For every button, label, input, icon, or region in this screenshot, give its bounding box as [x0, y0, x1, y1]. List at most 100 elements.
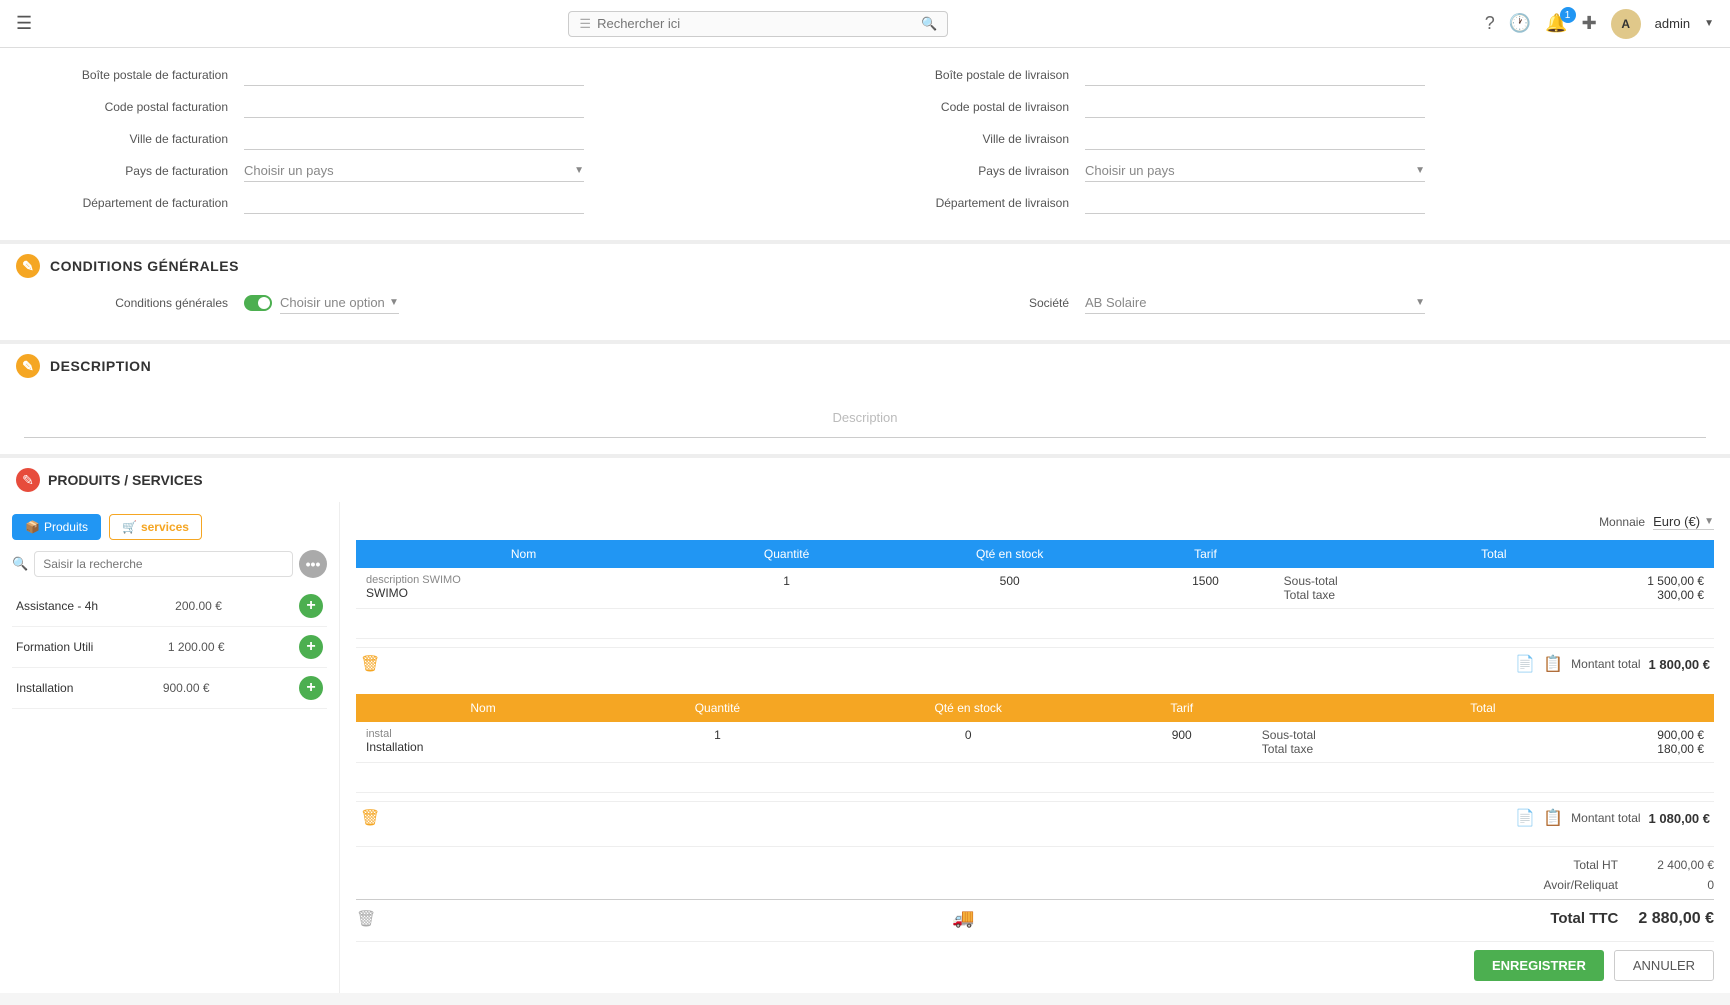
- orange-expand-icon[interactable]: 📄: [1515, 808, 1535, 828]
- list-item[interactable]: Formation Utili 1 200.00 € +: [12, 627, 327, 668]
- help-icon[interactable]: ?: [1485, 13, 1495, 34]
- cell-total: Sous-total 1 500,00 € Total taxe 300,00 …: [1274, 568, 1714, 609]
- sous-total-label: Sous-total: [1284, 574, 1338, 588]
- service-name: Formation Utili: [16, 640, 93, 654]
- orange-copy-icon[interactable]: 📋: [1543, 808, 1563, 828]
- orange-delete-btn[interactable]: 🗑: [360, 808, 380, 828]
- departement-facturation-label: Département de facturation: [24, 196, 244, 210]
- products-title: Produits / Services: [48, 472, 203, 488]
- avoir-reliquat-label: Avoir/Reliquat: [1498, 878, 1618, 892]
- conditions-right-col: Société AB Solaire ▼: [865, 292, 1706, 324]
- right-panel: Monnaie Euro (€) ▼ Nom Quantité Qté en s…: [340, 502, 1730, 993]
- departement-livraison-input[interactable]: [1085, 192, 1425, 214]
- enregistrer-button[interactable]: ENREGISTRER: [1474, 950, 1604, 981]
- tab-produits-icon: 📦: [25, 520, 40, 534]
- ville-livraison-input[interactable]: [1085, 128, 1425, 150]
- boite-postale-livraison-label: Boîte postale de livraison: [865, 68, 1085, 82]
- truck-icon[interactable]: 🚚: [952, 908, 974, 929]
- list-item[interactable]: Assistance - 4h 200.00 € +: [12, 586, 327, 627]
- tab-produits[interactable]: 📦 Produits: [12, 514, 101, 540]
- cell-qte-stock: 500: [882, 568, 1137, 609]
- boite-postale-facturation-input[interactable]: [244, 64, 584, 86]
- product-name-o: Installation: [366, 740, 600, 754]
- product-description-o: instal: [366, 728, 600, 740]
- orange-montant-total-amount: 1 080,00 €: [1649, 811, 1710, 826]
- col-nom: Nom: [356, 540, 691, 568]
- sous-total-amount-o: 900,00 €: [1657, 728, 1704, 742]
- service-name: Assistance - 4h: [16, 599, 98, 613]
- more-options-btn[interactable]: •••: [299, 550, 327, 578]
- blue-delete-btn[interactable]: 🗑: [360, 654, 380, 674]
- add-service-btn[interactable]: +: [299, 635, 323, 659]
- code-postal-livraison-input[interactable]: [1085, 96, 1425, 118]
- pays-facturation-row: Pays de facturation Choisir un pays ▼: [24, 160, 865, 182]
- monnaie-select[interactable]: Euro (€): [1653, 514, 1700, 529]
- search-small-icon: 🔍: [12, 556, 28, 572]
- orange-montant-total-label: Montant total: [1571, 811, 1640, 825]
- service-price: 200.00 €: [175, 599, 222, 613]
- col-tarif-o: Tarif: [1112, 694, 1252, 722]
- conditions-icon: ✎: [16, 254, 40, 278]
- avoir-reliquat-value: 0: [1634, 878, 1714, 892]
- search-icon[interactable]: 🔍: [921, 16, 937, 32]
- table-row: instal Installation 1 0 900 Sous-total 9…: [356, 722, 1714, 763]
- add-circle-icon[interactable]: ✚: [1582, 13, 1597, 34]
- departement-facturation-input[interactable]: [244, 192, 584, 214]
- total-taxe-label-o: Total taxe: [1262, 742, 1313, 756]
- boite-postale-livraison-input[interactable]: [1085, 64, 1425, 86]
- service-price: 900.00 €: [163, 681, 210, 695]
- list-item[interactable]: Installation 900.00 € +: [12, 668, 327, 709]
- annuler-button[interactable]: ANNULER: [1614, 950, 1714, 981]
- departement-livraison-label: Département de livraison: [865, 196, 1085, 210]
- ville-facturation-input[interactable]: [244, 128, 584, 150]
- code-postal-facturation-input[interactable]: [244, 96, 584, 118]
- add-service-btn[interactable]: +: [299, 594, 323, 618]
- monnaie-arrow: ▼: [1704, 516, 1714, 527]
- left-panel: 📦 Produits 🛒 services 🔍 ••• Assistance -…: [0, 502, 340, 993]
- monnaie-select-wrapper: Euro (€) ▼: [1653, 514, 1714, 530]
- total-ht-value: 2 400,00 €: [1634, 858, 1714, 872]
- services-search-row: 🔍 •••: [12, 550, 327, 578]
- tab-services-icon: 🛒: [122, 520, 137, 534]
- blue-copy-icon[interactable]: 📋: [1543, 654, 1563, 674]
- conditions-toggle[interactable]: [244, 295, 272, 311]
- cell-description: description SWIMO SWIMO: [356, 568, 691, 609]
- societe-label: Société: [865, 296, 1085, 310]
- pays-facturation-label: Pays de facturation: [24, 164, 244, 178]
- col-qte-stock: Qté en stock: [882, 540, 1137, 568]
- description-icon: ✎: [16, 354, 40, 378]
- avatar[interactable]: A: [1611, 9, 1641, 39]
- col-total: Total: [1274, 540, 1714, 568]
- description-section: Description: [0, 388, 1730, 454]
- pays-facturation-select[interactable]: Choisir un pays: [244, 160, 570, 181]
- total-ht-label: Total HT: [1498, 858, 1618, 872]
- services-search-input[interactable]: [34, 551, 293, 577]
- add-service-btn[interactable]: +: [299, 676, 323, 700]
- blue-expand-icon[interactable]: 📄: [1515, 654, 1535, 674]
- tab-services[interactable]: 🛒 services: [109, 514, 202, 540]
- cell-description-o: instal Installation: [356, 722, 610, 763]
- pays-livraison-select[interactable]: Choisir un pays: [1085, 160, 1411, 181]
- col-tarif: Tarif: [1137, 540, 1273, 568]
- products-header: ✎ Produits / Services: [0, 456, 1730, 502]
- products-icon: ✎: [16, 468, 40, 492]
- admin-label[interactable]: admin: [1655, 16, 1690, 31]
- services-list: Assistance - 4h 200.00 € + Formation Uti…: [12, 586, 327, 709]
- admin-dropdown-icon[interactable]: ▼: [1704, 18, 1714, 29]
- search-input[interactable]: [597, 16, 921, 31]
- delete-all-btn[interactable]: 🗑: [356, 909, 376, 929]
- conditions-title: Conditions Générales: [50, 258, 239, 274]
- hamburger-menu-icon[interactable]: ☰: [16, 13, 32, 34]
- cell-quantite: 1: [691, 568, 882, 609]
- societe-select[interactable]: AB Solaire: [1085, 292, 1411, 313]
- notification-badge[interactable]: 🔔 1: [1545, 13, 1567, 34]
- col-nom-o: Nom: [356, 694, 610, 722]
- departement-livraison-row: Département de livraison: [865, 192, 1706, 214]
- description-title: Description: [50, 358, 151, 374]
- tabs-row: 📦 Produits 🛒 services: [12, 514, 327, 540]
- conditions-select[interactable]: Choisir une option: [280, 292, 385, 313]
- conditions-select-arrow: ▼: [389, 297, 399, 308]
- bottom-left: 🗑: [356, 909, 376, 929]
- history-icon[interactable]: 🕐: [1509, 13, 1531, 34]
- cell-tarif: 1500: [1137, 568, 1273, 609]
